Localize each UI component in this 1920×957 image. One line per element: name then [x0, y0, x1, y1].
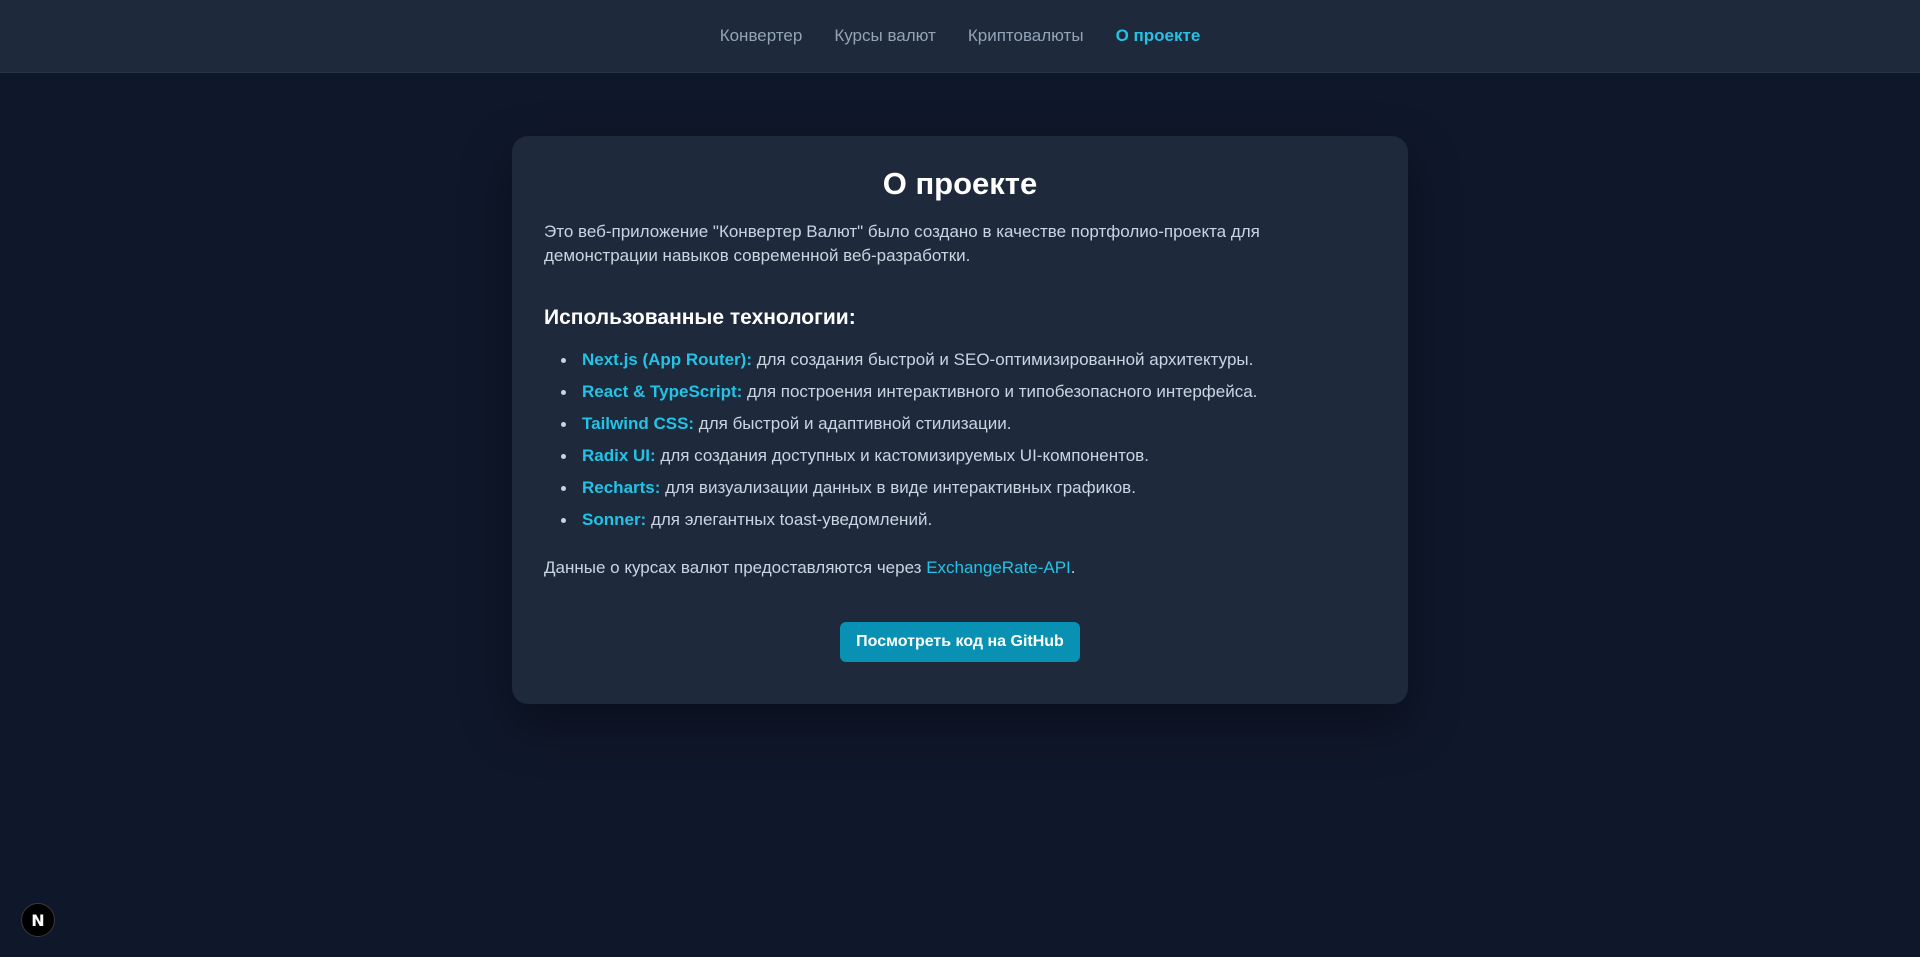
tech-name: Radix UI:	[582, 446, 656, 465]
list-item: React & TypeScript: для построения интер…	[561, 380, 1376, 404]
nextjs-logo-letter: N	[31, 910, 45, 930]
bullet-icon	[561, 486, 566, 491]
bullet-icon	[561, 390, 566, 395]
nextjs-logo-icon[interactable]: N	[21, 903, 55, 937]
about-card: О проекте Это веб-приложение "Конвертер …	[512, 136, 1408, 704]
tech-name: React & TypeScript:	[582, 382, 743, 401]
tech-description: для быстрой и адаптивной стилизации.	[694, 414, 1012, 433]
intro-text: Это веб-приложение "Конвертер Валют" был…	[544, 222, 1260, 265]
bullet-icon	[561, 518, 566, 523]
button-row: Посмотреть код на GitHub	[544, 622, 1376, 662]
nav-link-converter[interactable]: Конвертер	[720, 26, 803, 46]
tech-heading: Использованные технологии:	[544, 306, 856, 329]
bullet-icon	[561, 358, 566, 363]
bullet-icon	[561, 454, 566, 459]
nav-link-about[interactable]: О проекте	[1116, 26, 1201, 46]
top-navigation: Конвертер Курсы валют Криптовалюты О про…	[0, 0, 1920, 73]
tech-name: Recharts:	[582, 478, 661, 497]
list-item: Tailwind CSS: для быстрой и адаптивной с…	[561, 412, 1376, 436]
list-item: Radix UI: для создания доступных и касто…	[561, 444, 1376, 468]
tech-name: Next.js (App Router):	[582, 350, 752, 369]
bullet-icon	[561, 422, 566, 427]
nav-link-exchange-rates[interactable]: Курсы валют	[834, 26, 936, 46]
tech-name: Sonner:	[582, 510, 647, 529]
tech-description: для создания доступных и кастомизируемых…	[655, 446, 1149, 465]
page-title: О проекте	[882, 166, 1038, 201]
list-item: Next.js (App Router): для создания быстр…	[561, 348, 1376, 372]
exchangerate-api-link[interactable]: ExchangeRate-API	[926, 558, 1071, 577]
tech-description: для элегантных toast-уведомлений.	[646, 510, 933, 529]
tech-description: для создания быстрой и SEO-оптимизирован…	[752, 350, 1254, 369]
tech-list: Next.js (App Router): для создания быстр…	[544, 348, 1376, 532]
tech-description: для визуализации данных в виде интеракти…	[660, 478, 1136, 497]
list-item: Recharts: для визуализации данных в виде…	[561, 476, 1376, 500]
nav-link-crypto[interactable]: Криптовалюты	[968, 26, 1084, 46]
data-source-prefix: Данные о курсах валют предоставляются че…	[544, 558, 927, 577]
list-item: Sonner: для элегантных toast-уведомлений…	[561, 508, 1376, 532]
data-source-suffix: .	[1070, 558, 1076, 577]
github-button[interactable]: Посмотреть код на GitHub	[840, 622, 1080, 662]
data-source-text: Данные о курсах валют предоставляются че…	[544, 556, 1376, 580]
tech-name: Tailwind CSS:	[582, 414, 695, 433]
tech-description: для построения интерактивного и типобезо…	[742, 382, 1258, 401]
